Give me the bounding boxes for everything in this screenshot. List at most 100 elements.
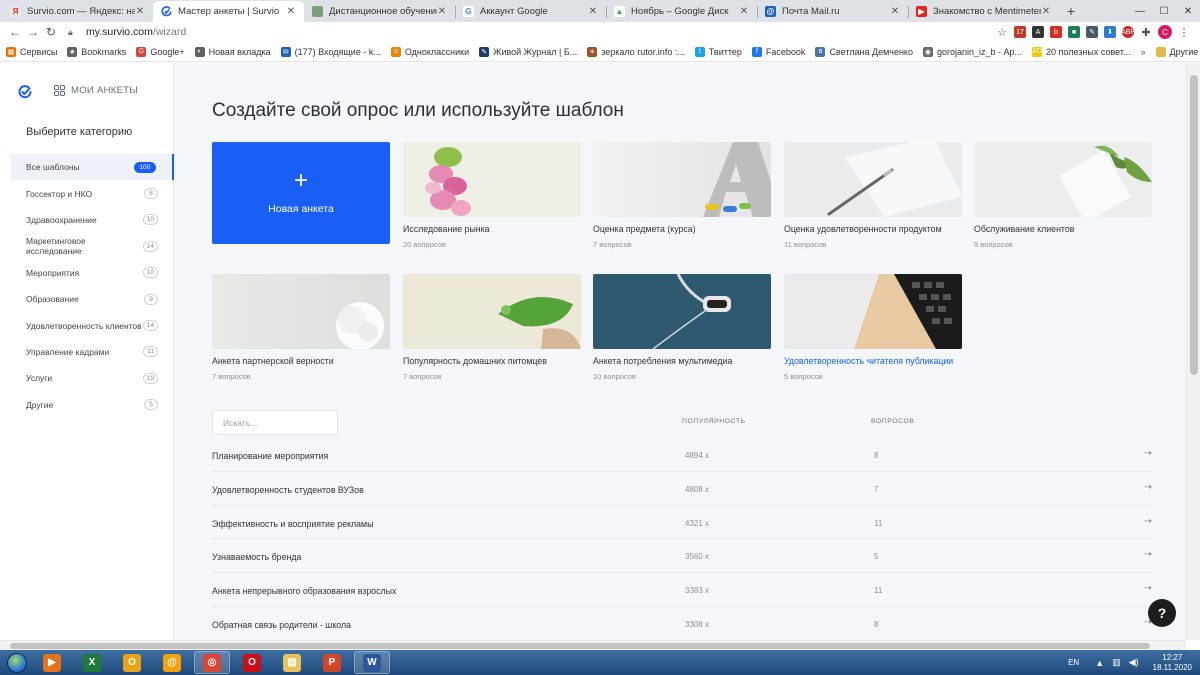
category-item[interactable]: Здравоохранение 10 — [11, 207, 174, 233]
bookmark-item[interactable]: ✉ (177) Входящие - k... — [280, 46, 381, 57]
horizontal-scrollbar[interactable] — [0, 640, 1186, 650]
tray-arrow-icon[interactable]: ▲ — [1095, 658, 1104, 668]
maximize-icon[interactable]: ☐ — [1152, 0, 1176, 22]
lock-icon[interactable]: 🔒︎ — [68, 27, 78, 37]
category-item[interactable]: Мероприятия 10 — [11, 260, 174, 286]
browser-tab[interactable]: G Аккаунт Google ✕ — [455, 1, 606, 22]
table-row[interactable]: Анкета непрерывного образования взрослых… — [212, 573, 1152, 607]
reload-icon[interactable]: ↻ — [42, 25, 60, 39]
template-name[interactable]: Удовлетворенность читателя публикации — [784, 356, 962, 366]
template-card[interactable]: Анкета потребления мультимедиа 10 вопросо… — [593, 274, 771, 381]
bookmark-item[interactable]: ▦ Сервисы — [6, 46, 57, 57]
template-card[interactable]: Популярность домашних питомцев 7 вопросов — [403, 274, 581, 381]
table-row[interactable]: Удовлетворенность студентов ВУЗов 4808 x 7… — [212, 472, 1152, 506]
search-input[interactable] — [212, 410, 338, 435]
template-thumbnail[interactable] — [593, 274, 771, 349]
template-name[interactable]: Исследование рынка — [403, 224, 581, 234]
category-item[interactable]: Все шаблоны 100 — [11, 154, 174, 181]
arrow-right-icon[interactable]: ➝ — [1144, 516, 1152, 527]
volume-icon[interactable]: ◀) — [1129, 657, 1139, 668]
bookmark-item[interactable]: f Facebook — [751, 46, 805, 57]
column-header-popularity[interactable]: ПОПУЛЯРНОСТЬ — [682, 418, 746, 425]
start-button[interactable] — [0, 650, 34, 675]
tab-close-icon[interactable]: ✕ — [588, 6, 598, 17]
arrow-right-icon[interactable]: ➝ — [1144, 583, 1152, 594]
taskbar-app[interactable]: P — [314, 651, 350, 674]
taskbar-app[interactable]: ▶ — [34, 651, 70, 674]
taskbar-app[interactable]: O — [234, 651, 270, 674]
taskbar-app[interactable]: ◎ — [194, 651, 230, 674]
bookmark-star-icon[interactable]: ☆ — [996, 26, 1008, 39]
template-name[interactable]: Оценка предмета (курса) — [593, 224, 771, 234]
arrow-right-icon[interactable]: ➝ — [1144, 549, 1152, 560]
bookmark-item[interactable]: ★ Bookmarks — [67, 46, 126, 57]
other-bookmarks[interactable]: Другие закладки — [1155, 46, 1200, 57]
forward-icon[interactable]: → — [24, 25, 42, 39]
bookmark-item[interactable]: ☀ зеркало rutor.info :... — [587, 46, 685, 57]
template-card[interactable]: Исследование рынка 20 вопросов — [403, 142, 581, 249]
extension-square-icon[interactable]: ■ — [1068, 26, 1080, 38]
template-card[interactable]: Обслуживание клиентов 9 вопросов — [974, 142, 1152, 249]
bookmark-item[interactable]: t Твиттер — [694, 46, 742, 57]
bookmark-item[interactable]: в Светлана Демченко — [815, 46, 913, 57]
template-thumbnail[interactable] — [784, 274, 962, 349]
table-row[interactable]: Обратная связь родители - школа 3308 x 8 ➝ — [212, 607, 1152, 640]
table-row[interactable]: Планирование мероприятия 4894 x 8 ➝ — [212, 438, 1152, 472]
category-item[interactable]: Госсектор и НКО 8 — [11, 180, 174, 206]
template-thumbnail[interactable] — [593, 142, 771, 217]
browser-tab[interactable]: Дистанционное обучение в Ак✕ — [304, 1, 455, 22]
clock[interactable]: 12:27 18.11.2020 — [1153, 653, 1192, 673]
bookmark-item[interactable]: o Одноклассники — [390, 46, 469, 57]
browser-tab[interactable]: ▲ Ноябрь – Google Диск ✕ — [606, 1, 757, 22]
new-survey-button[interactable]: + Новая анкета — [212, 142, 390, 244]
bookmark-item[interactable]: ◉ gorojanin_iz_b - Ар... — [922, 46, 1022, 57]
my-surveys-link[interactable]: МОИ АНКЕТЫ — [54, 85, 138, 96]
extension-save-icon[interactable]: ⬇ — [1104, 26, 1116, 38]
browser-tab[interactable]: Мастер анкеты | Survio ✕ — [153, 1, 304, 22]
template-card[interactable]: Оценка предмета (курса) 7 вопросов — [593, 142, 771, 249]
vertical-scrollbar[interactable] — [1186, 63, 1200, 640]
tab-close-icon[interactable]: ✕ — [1041, 6, 1051, 17]
horizontal-scroll-thumb[interactable] — [10, 643, 1150, 649]
taskbar-app[interactable]: X — [74, 651, 110, 674]
bookmark-item[interactable]: G Google+ — [136, 46, 185, 57]
tab-close-icon[interactable]: ✕ — [437, 6, 447, 17]
network-icon[interactable]: ▥ — [1112, 657, 1121, 668]
template-name[interactable]: Анкета потребления мультимедиа — [593, 356, 771, 366]
template-thumbnail[interactable] — [784, 142, 962, 217]
template-name[interactable]: Оценка удовлетворенности продуктом — [784, 224, 962, 234]
category-item[interactable]: Услуги 19 — [11, 365, 174, 391]
extension-translate-icon[interactable]: A — [1032, 26, 1044, 38]
extensions-puzzle-icon[interactable]: ✚ — [1140, 26, 1152, 39]
vertical-scroll-thumb[interactable] — [1190, 75, 1198, 375]
taskbar-app[interactable]: O — [114, 651, 150, 674]
template-card[interactable]: Оценка удовлетворенности продуктом 11 воп… — [784, 142, 962, 249]
template-thumbnail[interactable] — [974, 142, 1152, 217]
new-tab-button[interactable]: + — [1061, 1, 1081, 21]
table-row[interactable]: Эффективность и восприятие рекламы 4321 x… — [212, 506, 1152, 540]
category-item[interactable]: Другие 5 — [11, 392, 174, 418]
tab-close-icon[interactable]: ✕ — [286, 6, 296, 17]
address-bar[interactable]: 🔒︎ my.survio.com/wizard — [68, 23, 996, 41]
template-name[interactable]: Обслуживание клиентов — [974, 224, 1152, 234]
taskbar-app[interactable]: @ — [154, 651, 190, 674]
help-button[interactable]: ? — [1148, 599, 1176, 627]
back-icon[interactable]: ← — [6, 25, 24, 39]
table-row[interactable]: Узнаваемость бренда 3560 x 5 ➝ — [212, 539, 1152, 574]
taskbar-app[interactable]: ▤ — [274, 651, 310, 674]
template-thumbnail[interactable] — [403, 142, 581, 217]
template-name[interactable]: Популярность домашних питомцев — [403, 356, 581, 366]
tab-close-icon[interactable]: ✕ — [135, 6, 145, 17]
template-thumbnail[interactable] — [403, 274, 581, 349]
browser-tab[interactable]: Я Survio.com — Яндекс: нашлось✕ — [2, 1, 153, 22]
column-header-questions[interactable]: ВОПРОСОВ — [871, 418, 915, 425]
arrow-right-icon[interactable]: ➝ — [1144, 482, 1152, 493]
close-window-icon[interactable]: ✕ — [1176, 0, 1200, 22]
extension-17-icon[interactable]: 17 — [1014, 26, 1026, 38]
template-card[interactable]: Удовлетворенность читателя публикации 5 в… — [784, 274, 962, 381]
template-name[interactable]: Анкета партнерской верности — [212, 356, 390, 366]
template-card[interactable]: Анкета партнерской верности 7 вопросов — [212, 274, 390, 381]
category-item[interactable]: Управление кадрами 11 — [11, 339, 174, 365]
language-indicator[interactable]: EN — [1068, 658, 1079, 667]
category-item[interactable]: Маркетинговое исследование 14 — [11, 233, 174, 259]
